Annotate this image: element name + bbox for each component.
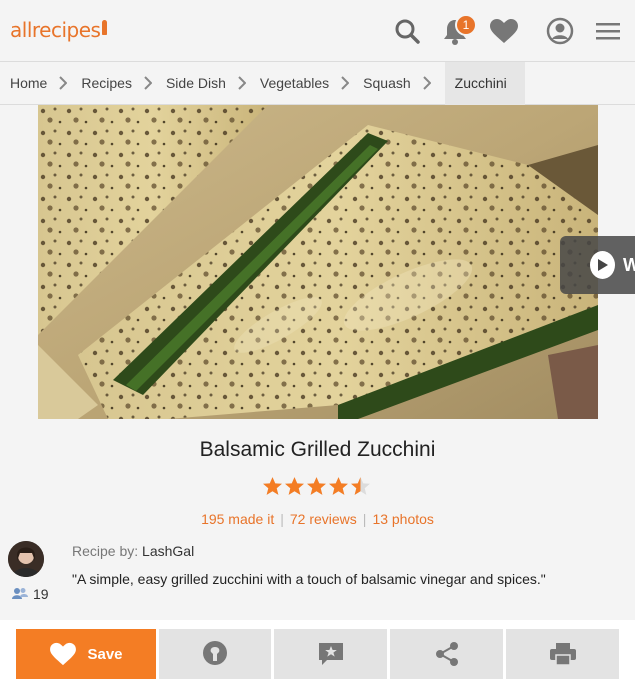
breadcrumb-vegetables[interactable]: Vegetables: [260, 62, 329, 105]
breadcrumb-zucchini[interactable]: Zucchini: [444, 61, 525, 105]
search-icon[interactable]: [390, 14, 424, 48]
chef-hat-icon: [203, 641, 227, 665]
chevron-right-icon: [226, 62, 260, 105]
author-avatar[interactable]: [8, 541, 44, 577]
made-it-link[interactable]: 195 made it: [201, 511, 274, 527]
breadcrumb-home[interactable]: Home: [0, 62, 47, 105]
star-icon: [329, 477, 348, 495]
star-icon: [351, 477, 370, 495]
heart-icon[interactable]: [487, 14, 521, 48]
made-it-button[interactable]: [159, 629, 271, 679]
share-button[interactable]: [390, 629, 503, 679]
action-bar: Save: [0, 620, 635, 683]
followers-count: 19: [33, 586, 49, 602]
review-button[interactable]: [274, 629, 387, 679]
chevron-right-icon: [329, 62, 363, 105]
star-icon: [285, 477, 304, 495]
followers-icon: [12, 586, 28, 602]
play-icon: [590, 251, 615, 279]
site-header: allrecipes 1: [0, 0, 635, 62]
breadcrumb-side-dish[interactable]: Side Dish: [166, 62, 226, 105]
star-rating[interactable]: [262, 476, 371, 496]
print-button[interactable]: [506, 629, 619, 679]
reviews-link[interactable]: 72 reviews: [290, 511, 357, 527]
spoon-icon: [102, 20, 108, 35]
breadcrumb: Home Recipes Side Dish Vegetables Squash…: [0, 61, 635, 105]
video-label: W: [623, 254, 635, 275]
notification-badge: 1: [455, 14, 477, 36]
star-icon: [263, 477, 282, 495]
recipe-byline: Recipe by: LashGal: [72, 543, 195, 559]
watch-video-button[interactable]: W: [560, 236, 635, 294]
chevron-right-icon: [411, 62, 445, 105]
breadcrumb-squash[interactable]: Squash: [363, 62, 410, 105]
heart-icon: [50, 642, 77, 666]
menu-icon[interactable]: [591, 14, 625, 48]
recipe-photo[interactable]: [38, 105, 598, 419]
review-star-icon: [318, 643, 343, 665]
chevron-right-icon: [132, 62, 166, 105]
author-name-link[interactable]: LashGal: [142, 543, 194, 559]
recipe-stats: 195 made it | 72 reviews | 13 photos: [201, 511, 434, 527]
save-button[interactable]: Save: [16, 629, 156, 679]
breadcrumb-recipes[interactable]: Recipes: [81, 62, 132, 105]
share-icon: [435, 642, 458, 666]
recipe-description: "A simple, easy grilled zucchini with a …: [72, 571, 546, 587]
chevron-right-icon: [47, 62, 81, 105]
star-icon: [307, 477, 326, 495]
printer-icon: [549, 643, 576, 666]
photos-link[interactable]: 13 photos: [372, 511, 434, 527]
author-followers[interactable]: 19: [12, 586, 49, 602]
user-icon[interactable]: [543, 14, 577, 48]
allrecipes-logo[interactable]: allrecipes: [10, 18, 108, 42]
recipe-title: Balsamic Grilled Zucchini: [199, 438, 436, 461]
